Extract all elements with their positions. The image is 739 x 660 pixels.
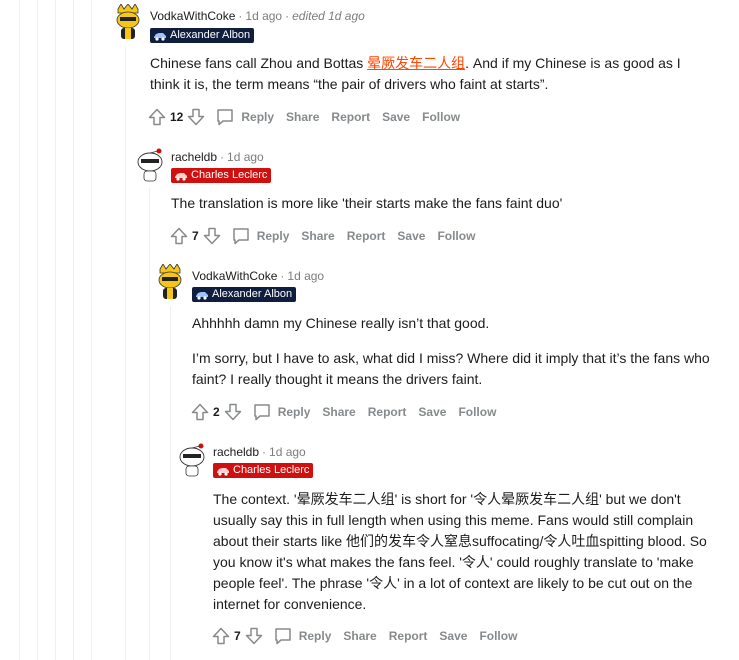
reply-button[interactable]: Reply — [215, 107, 274, 127]
edited-label: edited 1d ago — [292, 9, 365, 23]
comment-meta: racheldb · 1d ago — [213, 445, 306, 459]
comment-text: The translation is more like 'their star… — [171, 195, 563, 211]
comment-body: The context. '晕厥发车二人组' is short for '令人晕… — [213, 489, 716, 615]
author-name[interactable]: VodkaWithCoke — [192, 269, 277, 283]
save-button[interactable]: Save — [382, 110, 410, 124]
car-icon — [196, 292, 208, 300]
author-name[interactable]: racheldb — [213, 445, 259, 459]
downvote-icon[interactable] — [203, 227, 221, 245]
thread-line[interactable] — [170, 306, 171, 660]
avatar[interactable] — [112, 4, 144, 39]
author-name[interactable]: racheldb — [171, 150, 217, 164]
comment-actions: 12 Reply Share Report Save Follow — [148, 106, 460, 128]
user-flair: Charles Leclerc — [213, 463, 314, 478]
save-button[interactable]: Save — [397, 229, 425, 243]
timestamp[interactable]: 1d ago — [245, 9, 282, 23]
downvote-icon[interactable] — [245, 627, 263, 645]
user-flair: Charles Leclerc — [171, 168, 272, 183]
comment-meta: VodkaWithCoke · 1d ago · edited 1d ago — [150, 9, 365, 23]
flair-label: Charles Leclerc — [191, 169, 268, 181]
downvote-icon[interactable] — [187, 108, 205, 126]
user-flair: Alexander Albon — [192, 287, 297, 302]
vote-score: 12 — [170, 110, 184, 124]
car-icon — [175, 173, 187, 181]
thread-line[interactable] — [37, 0, 38, 660]
comment-icon — [274, 628, 291, 645]
save-button[interactable]: Save — [418, 405, 446, 419]
comment-text: The context. '晕厥发车二人组' is short for '令人晕… — [213, 491, 707, 612]
follow-button[interactable]: Follow — [458, 405, 496, 419]
timestamp[interactable]: 1d ago — [287, 269, 324, 283]
comment-link[interactable]: 晕厥发车二人组 — [367, 55, 465, 71]
comment-text: I’m sorry, but I have to ask, what did I… — [192, 350, 710, 387]
vote-score: 7 — [192, 229, 199, 243]
comment-body: Chinese fans call Zhou and Bottas 晕厥发车二人… — [150, 53, 710, 95]
vote-score: 7 — [234, 629, 241, 643]
share-button[interactable]: Share — [322, 405, 355, 419]
thread-line[interactable] — [91, 0, 92, 660]
report-button[interactable]: Report — [331, 110, 370, 124]
comment-icon — [217, 109, 234, 126]
avatar[interactable] — [134, 146, 166, 182]
follow-button[interactable]: Follow — [479, 629, 517, 643]
upvote-icon[interactable] — [148, 108, 166, 126]
reply-button[interactable]: Reply — [231, 226, 289, 246]
save-button[interactable]: Save — [439, 629, 467, 643]
follow-button[interactable]: Follow — [437, 229, 475, 243]
report-button[interactable]: Report — [389, 629, 428, 643]
flair-label: Alexander Albon — [212, 288, 293, 300]
thread-line[interactable] — [125, 48, 126, 660]
comment-actions: 7 Reply Share Report Save Follow — [212, 625, 517, 647]
thread-line[interactable] — [19, 0, 20, 660]
vote-score: 2 — [213, 405, 220, 419]
thread-line[interactable] — [73, 0, 74, 660]
comment-text: Ahhhhh damn my Chinese really isn’t that… — [192, 315, 490, 331]
comment-actions: 7 Reply Share Report Save Follow — [170, 225, 475, 247]
comment-meta: racheldb · 1d ago — [171, 150, 264, 164]
comment-body: Ahhhhh damn my Chinese really isn’t that… — [192, 313, 712, 390]
comment-icon — [253, 404, 270, 421]
follow-button[interactable]: Follow — [422, 110, 460, 124]
reply-button[interactable]: Reply — [252, 402, 310, 422]
thread-line[interactable] — [149, 188, 150, 660]
user-flair: Alexander Albon — [150, 28, 255, 43]
flair-label: Alexander Albon — [170, 29, 251, 41]
flair-label: Charles Leclerc — [233, 464, 310, 476]
author-name[interactable]: VodkaWithCoke — [150, 9, 235, 23]
upvote-icon[interactable] — [191, 403, 209, 421]
timestamp[interactable]: 1d ago — [269, 445, 306, 459]
upvote-icon[interactable] — [212, 627, 230, 645]
report-button[interactable]: Report — [347, 229, 386, 243]
share-button[interactable]: Share — [343, 629, 376, 643]
share-button[interactable]: Share — [301, 229, 334, 243]
share-button[interactable]: Share — [286, 110, 319, 124]
car-icon — [217, 468, 229, 476]
thread-line[interactable] — [55, 0, 56, 660]
comment-body: The translation is more like 'their star… — [171, 193, 711, 214]
car-icon — [154, 33, 166, 41]
upvote-icon[interactable] — [170, 227, 188, 245]
comment-meta: VodkaWithCoke · 1d ago — [192, 269, 325, 283]
downvote-icon[interactable] — [224, 403, 242, 421]
comment-text: Chinese fans call Zhou and Bottas — [150, 55, 368, 71]
comment-icon — [232, 228, 249, 245]
report-button[interactable]: Report — [368, 405, 407, 419]
timestamp[interactable]: 1d ago — [227, 150, 264, 164]
reply-button[interactable]: Reply — [273, 626, 331, 646]
avatar[interactable] — [176, 441, 208, 477]
comment-actions: 2 Reply Share Report Save Follow — [191, 401, 496, 423]
avatar[interactable] — [154, 264, 186, 299]
